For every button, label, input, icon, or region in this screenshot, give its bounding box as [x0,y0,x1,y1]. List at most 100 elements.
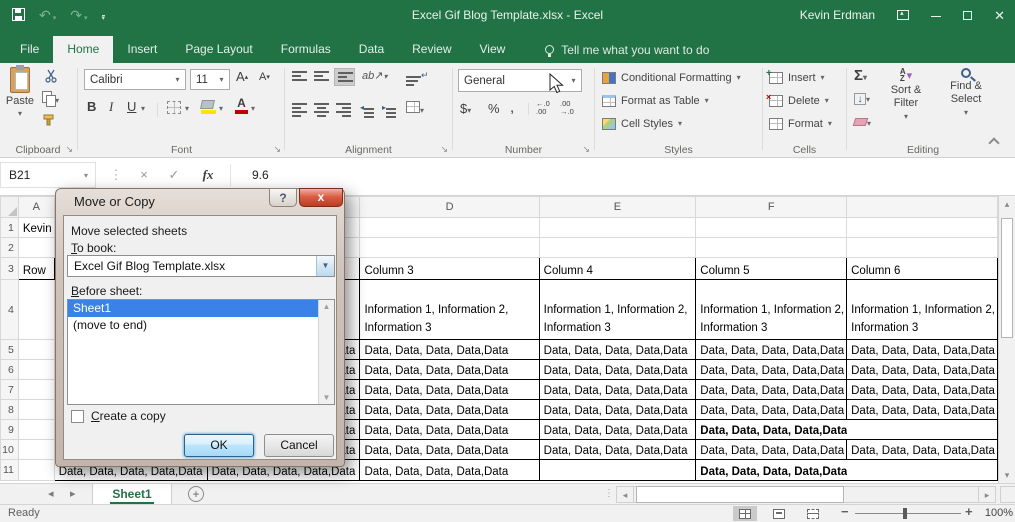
scroll-down-icon[interactable]: ▾ [999,467,1015,483]
cell-E11[interactable] [538,459,697,481]
vertical-scrollbar-thumb[interactable] [1001,218,1013,338]
page-break-view-button[interactable] [801,506,825,521]
row-header-9[interactable]: 9 [0,419,19,440]
cell-A8[interactable] [17,399,55,420]
cell-E8[interactable]: Data, Data, Data, Data,Data [538,399,697,420]
scroll-right-icon[interactable]: ▸ [978,486,996,503]
cell-D7[interactable]: Data, Data, Data, Data,Data [359,379,540,400]
row-header-5[interactable]: 5 [0,339,19,360]
find-select-button[interactable]: Find & Select ▾ [940,68,992,117]
row-header-11[interactable]: 11 [0,459,19,481]
font-name-combo[interactable]: Calibri ▾ [84,69,186,90]
merge-center-button[interactable]: ▾ [406,101,424,116]
borders-button[interactable] [167,101,181,114]
cell-D2[interactable] [359,237,540,258]
cell-D5[interactable]: Data, Data, Data, Data,Data [359,339,540,360]
zoom-in-button[interactable]: + [965,504,973,519]
tab-file[interactable]: File [6,36,53,63]
insert-function-button[interactable]: fx [196,162,220,188]
autosum-button[interactable]: Σ▾ [854,67,867,84]
clipboard-dialog-launcher[interactable]: ↘ [65,145,73,154]
row-header-6[interactable]: 6 [0,359,19,380]
format-painter-button[interactable] [42,113,57,131]
fill-button[interactable]: ↓ ▾ [854,93,870,105]
increase-indent-button[interactable]: ▸ [382,101,397,118]
sheet-list-item[interactable]: Sheet1 [68,300,318,317]
number-dialog-launcher[interactable]: ↘ [582,145,590,154]
row-header-10[interactable]: 10 [0,439,19,460]
cell-D6[interactable]: Data, Data, Data, Data,Data [359,359,540,380]
cell-G2[interactable] [846,237,998,258]
align-middle-button[interactable] [314,71,329,81]
normal-view-button[interactable] [733,506,757,521]
cell-E10[interactable]: Data, Data, Data, Data,Data [538,439,697,460]
cell-F7[interactable]: Data, Data, Data, Data,Data [695,379,848,400]
font-size-combo[interactable]: 11 ▾ [190,69,230,90]
underline-button[interactable]: U [127,99,136,114]
align-bottom-button[interactable] [334,68,355,86]
cell-A4[interactable] [17,279,55,340]
cell-A2[interactable] [17,237,55,258]
row-header-2[interactable]: 2 [0,237,19,258]
formula-bar-value[interactable]: 9.6 [252,162,269,188]
decrease-decimal-button[interactable]: .00 →.0 [560,100,574,116]
cell-F10[interactable]: Data, Data, Data, Data,Data [695,439,848,460]
clear-button[interactable]: ▾ [852,117,871,129]
zoom-out-button[interactable]: − [841,504,849,519]
enter-entry-button[interactable]: ✓ [162,162,186,188]
cancel-button[interactable]: Cancel [264,434,334,457]
cell-E6[interactable]: Data, Data, Data, Data,Data [538,359,697,380]
select-all-button[interactable] [0,196,19,218]
next-sheet-button[interactable]: ▸ [70,487,76,500]
insert-cells-button[interactable]: + Insert ▾ [766,67,825,88]
cell-A5[interactable] [17,339,55,360]
cell-E9[interactable]: Data, Data, Data, Data,Data [538,419,697,440]
cell-G9[interactable] [846,419,998,440]
cell-F6[interactable]: Data, Data, Data, Data,Data [695,359,848,380]
cell-A3[interactable]: Row [17,257,55,280]
before-sheet-listbox[interactable]: Sheet1 (move to end) ▲ ▼ [67,299,335,405]
cell-G3[interactable]: Column 6 [846,257,998,280]
alignment-dialog-launcher[interactable]: ↘ [440,145,448,154]
bold-button[interactable]: B [87,99,96,114]
align-right-button[interactable] [336,103,351,117]
cell-F8[interactable]: Data, Data, Data, Data,Data [695,399,848,420]
new-sheet-button[interactable]: + [188,486,204,502]
tab-split-handle[interactable]: ⋮ [604,488,614,499]
ok-button[interactable]: OK [184,434,254,457]
cell-A7[interactable] [17,379,55,400]
column-header-E[interactable]: E [538,196,697,218]
cell-G10[interactable]: Data, Data, Data, Data,Data [846,439,998,460]
row-header-4[interactable]: 4 [0,279,19,340]
row-header-1[interactable]: 1 [0,217,19,238]
zoom-level[interactable]: 100% [985,507,1013,519]
cell-G1[interactable] [846,217,998,238]
dialog-close-button[interactable]: x [299,188,343,207]
cell-E1[interactable] [538,217,697,238]
accounting-format-button[interactable]: $▾ [460,101,471,116]
maximize-button[interactable] [963,9,973,22]
cell-styles-button[interactable]: Cell Styles ▾ [602,113,682,134]
row-header-7[interactable]: 7 [0,379,19,400]
cell-F2[interactable] [695,237,848,258]
align-top-button[interactable] [292,71,307,81]
cut-button[interactable] [44,69,58,86]
cell-F4[interactable]: Information 1, Information 2, Informatio… [695,279,848,340]
cell-E7[interactable]: Data, Data, Data, Data,Data [538,379,697,400]
increase-font-size-button[interactable]: A ▴ [236,69,248,84]
horizontal-scrollbar-thumb[interactable] [636,486,844,503]
cell-A9[interactable] [17,419,55,440]
cell-D4[interactable]: Information 1, Information 2, Informatio… [359,279,540,340]
conditional-formatting-button[interactable]: Conditional Formatting ▾ [602,67,741,88]
column-header-F[interactable]: F [695,196,848,218]
scroll-up-icon[interactable]: ▴ [999,196,1015,212]
tab-formulas[interactable]: Formulas [267,36,345,63]
tab-home[interactable]: Home [53,36,114,63]
paste-button[interactable]: Paste ▾ [2,65,38,118]
close-button[interactable]: ✕ [994,9,1005,22]
cell-E3[interactable]: Column 4 [538,257,697,280]
tab-data[interactable]: Data [345,36,398,63]
scroll-up-icon[interactable]: ▲ [319,302,334,311]
cell-G4[interactable]: Information 1, Information 2, Informatio… [846,279,998,340]
cell-F9[interactable]: Data, Data, Data, Data,Data [695,419,847,440]
